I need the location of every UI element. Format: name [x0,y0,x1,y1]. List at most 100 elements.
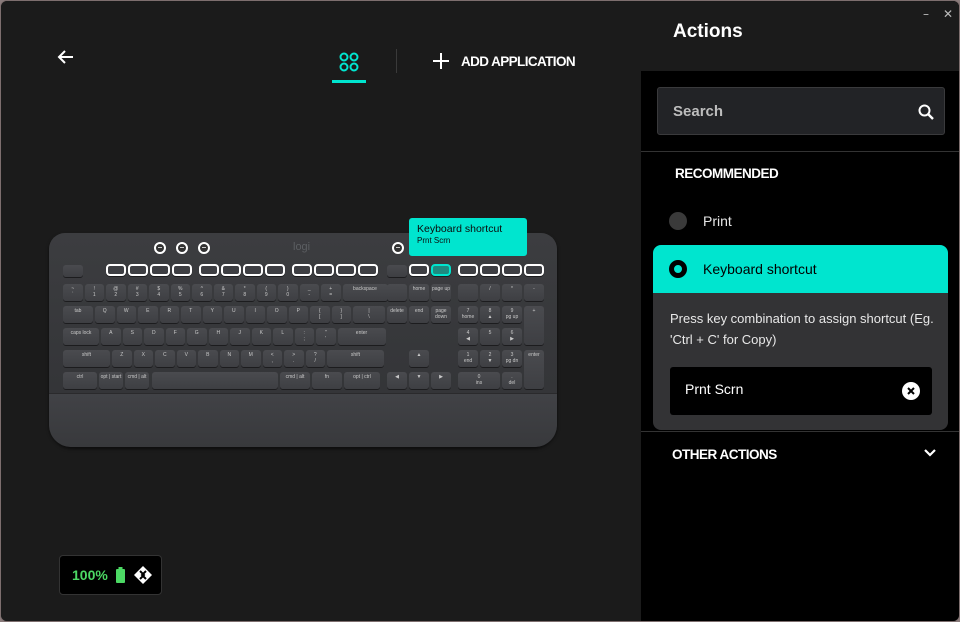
key-num[interactable]: 5 [480,328,500,345]
key-opt-ctrl[interactable]: opt | ctrl [344,372,380,389]
key[interactable]: @2 [106,284,126,301]
key-caps-lock[interactable]: caps lock [63,328,99,345]
tab-applications[interactable] [331,45,367,83]
key-num[interactable]: - [524,284,544,301]
key-nav[interactable] [387,284,407,301]
key-arrow-right[interactable]: ▶ [431,372,451,389]
key[interactable]: * 8 [235,284,255,301]
key[interactable]: G [187,328,207,345]
key-num[interactable]: 7 home [458,306,478,323]
key[interactable]: V [176,350,196,367]
mute-button[interactable] [176,242,188,254]
key[interactable]: ! 1 [84,284,104,301]
key-backslash[interactable]: | \ [353,306,385,323]
key-opt-start[interactable]: opt | start [99,372,123,389]
key-cmd-alt[interactable]: cmd | alt [125,372,149,389]
key-num[interactable]: 6 ▶ [502,328,522,345]
key-numlock[interactable] [458,284,478,301]
key-ctrl-left[interactable]: ctrl [63,372,97,389]
key[interactable]: ? / [305,350,325,367]
key-num[interactable]: 2 ▼ [480,350,500,367]
key-shift-right[interactable]: shift [327,350,384,367]
key-num[interactable]: 8 ▲ [480,306,500,323]
key-f8[interactable] [265,264,285,276]
action-option-print[interactable]: Print [653,197,948,245]
key[interactable]: % 5 [170,284,190,301]
key-arrow-left[interactable]: ◀ [387,372,407,389]
radio-print[interactable] [669,212,687,230]
lock-circle-button[interactable] [392,242,404,254]
key[interactable]: M [241,350,261,367]
key[interactable]: B [198,350,218,367]
shortcut-field[interactable]: Prnt Scrn [670,367,932,415]
key-f5[interactable] [199,264,219,276]
key-calculator[interactable] [458,264,478,276]
key[interactable]: X [133,350,153,367]
back-button[interactable] [55,46,77,68]
key[interactable]: <, [262,350,282,367]
key-app-switch[interactable] [480,264,500,276]
key[interactable]: & 7 [213,284,233,301]
key-f7[interactable] [243,264,263,276]
key-insert[interactable] [387,265,407,277]
key-emoji[interactable] [502,264,522,276]
key[interactable]: K [251,328,271,345]
key-print-screen[interactable] [431,264,451,276]
key[interactable]: ) 0 [278,284,298,301]
key[interactable]: $4 [149,284,169,301]
key[interactable]: E [138,306,158,323]
key[interactable]: P [288,306,308,323]
key[interactable]: W [116,306,136,323]
key[interactable]: }] [331,306,351,323]
key-num[interactable]: 1 end [458,350,478,367]
key[interactable]: ^ 6 [192,284,212,301]
key[interactable]: #3 [127,284,147,301]
key[interactable]: A [101,328,121,345]
key-nav[interactable]: end [409,306,429,323]
key-arrow-up[interactable]: ▲ [409,350,429,367]
key[interactable]: {[ [310,306,330,323]
key[interactable]: U [224,306,244,323]
key-f12[interactable] [358,264,378,276]
key[interactable]: O [267,306,287,323]
key-shift-left[interactable]: shift [63,350,110,367]
action-option-keyboard-shortcut[interactable]: Keyboard shortcut [653,245,948,293]
key[interactable]: _ - [299,284,319,301]
key-f1[interactable] [106,264,126,276]
key-num[interactable]: 9 pg up [502,306,522,323]
key[interactable]: N [219,350,239,367]
key[interactable]: (9 [256,284,276,301]
key[interactable]: >. [284,350,304,367]
key[interactable]: S [122,328,142,345]
other-actions-toggle[interactable]: OTHER ACTIONS [641,432,959,478]
key-f11[interactable] [336,264,356,276]
key-screenshot[interactable] [409,264,429,276]
battery-status[interactable]: 100% [59,555,162,595]
key[interactable]: C [155,350,175,367]
key-f6[interactable] [221,264,241,276]
key-lock[interactable] [524,264,544,276]
key[interactable]: T [181,306,201,323]
key-arrow-down[interactable]: ▼ [409,372,429,389]
key-f4[interactable] [172,264,192,276]
key-num[interactable]: / [480,284,500,301]
radio-keyboard-shortcut[interactable] [669,260,687,278]
key-enter[interactable]: enter [337,328,386,345]
clear-shortcut-button[interactable] [902,382,920,400]
search-input[interactable] [658,88,908,134]
key[interactable]: D [144,328,164,345]
key[interactable]: Y [202,306,222,323]
key[interactable]: Q [95,306,115,323]
key-fn[interactable]: fn [312,372,342,389]
key-nav[interactable]: page up [431,284,451,301]
key[interactable]: H [208,328,228,345]
close-window-button[interactable]: ✕ [943,7,953,21]
key-backspace[interactable]: backspace [342,284,388,301]
search-icon[interactable] [918,104,934,120]
key-f3[interactable] [150,264,170,276]
key-f9[interactable] [292,264,312,276]
key-nav[interactable]: delete [387,306,407,323]
play-pause-button[interactable] [198,242,210,254]
key[interactable]: + = [321,284,341,301]
calculator-button[interactable] [154,242,166,254]
